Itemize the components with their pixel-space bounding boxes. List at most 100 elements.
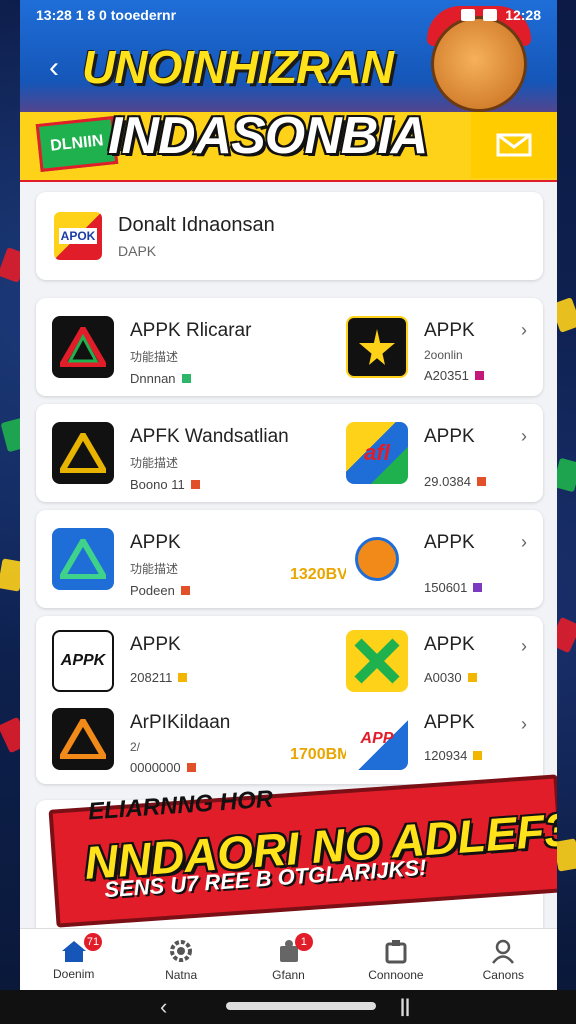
app-item[interactable]: APPK 功能描述 Podeen: [52, 528, 190, 598]
nav-label: Gfann: [272, 967, 305, 982]
app-icon-label: afl: [364, 440, 390, 465]
banner-title-line2: INDASONBIA: [108, 107, 428, 165]
nav-item-profile[interactable]: Canons: [450, 929, 557, 990]
app-subtitle: 功能描述: [130, 562, 179, 576]
status-time: 13:28 1 8 0 tooedernr: [36, 7, 177, 23]
app-meta: Podeen: [130, 583, 175, 598]
gold-a-logo-icon: [60, 433, 106, 473]
app-item[interactable]: afl APPK 29.0384: [346, 422, 486, 489]
app-meta: 208211: [130, 670, 173, 685]
chevron-right-icon[interactable]: ›: [521, 636, 527, 657]
app-meta: A20351: [424, 368, 469, 383]
system-navigation-bar: ‹ ||: [0, 990, 576, 1024]
home-icon: [61, 940, 86, 962]
profile-icon: [492, 939, 515, 964]
featured-app-card[interactable]: APOK Donalt Idnaonsan DAPK: [36, 192, 543, 280]
status-dot: [467, 673, 477, 682]
app-icon-a-logo: [52, 316, 114, 378]
app-item[interactable]: ArPIKildaan 2/ 0000000: [52, 708, 230, 775]
app-meta: 29.0384: [424, 474, 471, 489]
app-icon-label: APPK: [60, 652, 106, 669]
status-dot: [477, 477, 486, 486]
app-name: APPK: [424, 532, 475, 553]
app-icon-afl: afl: [346, 422, 408, 484]
app-name: APPK: [424, 712, 475, 733]
app-item[interactable]: APFK Wandsatlian 功能描述 Boono 11: [52, 422, 289, 492]
app-name: APPK: [130, 634, 181, 655]
app-item[interactable]: APP APPK 120934: [346, 708, 483, 770]
app-name: APPK: [424, 426, 475, 447]
app-item[interactable]: APPK APPK 208211: [52, 630, 188, 692]
status-bar: 13:28 1 8 0 tooedernr 12:28: [20, 0, 557, 30]
app-name: APPK: [424, 634, 475, 655]
app-item[interactable]: APPK A0030: [346, 630, 477, 692]
app-item[interactable]: APPK 2oonlin A20351: [346, 316, 484, 383]
mail-button[interactable]: [471, 112, 557, 178]
app-subtitle: [424, 454, 486, 468]
status-dot: [181, 374, 191, 383]
status-dot: [473, 583, 483, 592]
app-icon-mascot: [346, 528, 408, 590]
status-dot: [180, 586, 190, 595]
app-subtitle: 2/: [130, 740, 141, 754]
nav-badge: 1: [294, 933, 313, 951]
chevron-right-icon[interactable]: ›: [521, 320, 527, 341]
green-x-logo-icon: [354, 638, 400, 684]
status-dot: [190, 480, 200, 489]
back-button[interactable]: ‹: [38, 52, 70, 84]
nav-label: Connoone: [368, 967, 424, 982]
chevron-right-icon[interactable]: ›: [521, 532, 527, 553]
app-item[interactable]: APPK Rlicarar 功能描述 Dnnnan: [52, 316, 251, 386]
mail-icon: [496, 133, 532, 157]
status-dot: [473, 751, 483, 760]
featured-app-subtitle: DAPK: [118, 242, 157, 259]
nav-label: Doenim: [53, 966, 95, 981]
app-icon-gold-a: [52, 422, 114, 484]
app-meta: A0030: [424, 670, 462, 685]
star-logo-icon: [359, 329, 395, 365]
nav-item-home[interactable]: 71 Doenim: [20, 929, 127, 990]
bottom-navigation: 71 Doenim Natna 1 Gfann Connoone Canons: [20, 928, 557, 990]
nav-item-store[interactable]: Connoone: [342, 929, 449, 990]
settings-gear-icon: [170, 939, 193, 962]
app-name: APFK Wandsatlian: [130, 426, 289, 447]
app-subtitle: [424, 560, 482, 574]
app-icon-blue-a: [52, 528, 114, 590]
app-item[interactable]: APPK 150601: [346, 528, 483, 595]
app-screen: ‹ UNOINHIZRAN DLNIIN INDASONBIA 13:28 1 …: [20, 0, 557, 990]
chevron-right-icon[interactable]: ›: [521, 426, 527, 447]
app-meta: Dnnnan: [130, 371, 176, 386]
store-icon: [385, 939, 407, 963]
banner-badge: DLNIIN: [35, 116, 119, 172]
app-row-card: APFK Wandsatlian 功能描述 Boono 11 afl APPK …: [36, 404, 543, 502]
nav-label: Canons: [482, 967, 525, 982]
app-subtitle: 功能描述: [130, 456, 179, 470]
banner-title-line1: UNOINHIZRAN: [82, 41, 394, 93]
nav-item-settings[interactable]: Natna: [127, 929, 234, 990]
app-name: ArPIKildaan: [130, 712, 231, 733]
signal-icon: [461, 9, 476, 21]
status-dot: [178, 673, 188, 682]
app-icon-app-text: APP: [346, 708, 408, 770]
system-recents-icon[interactable]: ||: [400, 996, 410, 1017]
status-dot: [474, 371, 484, 380]
system-back-icon[interactable]: ‹: [160, 994, 167, 1020]
app-icon-orange-a: [52, 708, 114, 770]
app-icon-star-logo: [346, 316, 408, 378]
app-subtitle: 功能描述: [130, 350, 179, 364]
app-name: APPK: [424, 320, 475, 341]
app-meta: Boono 11: [130, 477, 185, 492]
chevron-right-icon[interactable]: ›: [521, 714, 527, 735]
app-meta: 120934: [424, 748, 468, 763]
nav-item-user[interactable]: 1 Gfann: [235, 929, 342, 990]
app-icon-label: APP: [360, 730, 394, 747]
size-tag: 1700BM: [290, 746, 351, 763]
size-tag: 1320BV: [290, 566, 348, 583]
nav-label: Natna: [165, 967, 198, 982]
system-home-pill[interactable]: [226, 1002, 376, 1010]
app-name: APPK Rlicarar: [130, 320, 252, 341]
app-row-card: APPK APPK 208211 APPK A0030 › ArPIKildaa…: [36, 616, 543, 784]
nav-badge: 71: [84, 933, 102, 951]
app-row-card: APPK Rlicarar 功能描述 Dnnnan APPK 2oonlin A…: [36, 298, 543, 396]
mascot-illustration: [431, 16, 527, 112]
